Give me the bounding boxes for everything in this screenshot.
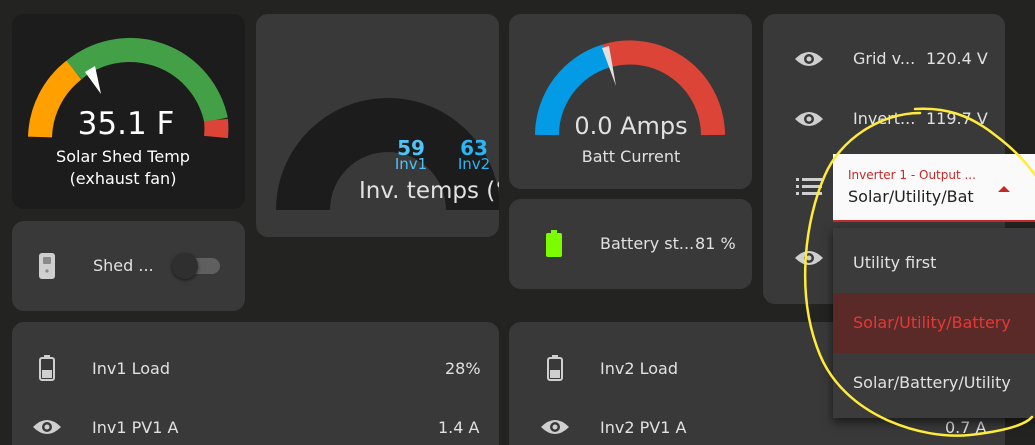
grid-voltage-value: 120.4 V xyxy=(926,49,988,68)
inv2-temp-label: Inv2 xyxy=(458,155,490,173)
shed-fan-toggle-knob xyxy=(172,253,198,279)
inv1-load-value: 28% xyxy=(445,359,481,378)
batt-current-name: Batt Current xyxy=(582,147,681,166)
shed-fan-card: Shed ... xyxy=(12,221,245,311)
shed-fan-toggle[interactable] xyxy=(172,253,220,279)
battery-icon xyxy=(546,230,562,257)
fan-device-icon xyxy=(39,253,55,279)
eye-icon xyxy=(795,52,823,66)
inv-temps-card[interactable]: 59 Inv1 63 Inv2 Inv. temps (°F) xyxy=(256,14,499,237)
inv1-load-label: Inv1 Load xyxy=(92,359,170,378)
solar-shed-temp-name: Solar Shed Temp xyxy=(56,147,190,166)
shed-fan-label: Shed ... xyxy=(93,256,154,275)
batt-current-value: 0.0 Amps xyxy=(574,112,687,140)
battery-outline-icon xyxy=(39,355,55,381)
inv2-load-label: Inv2 Load xyxy=(600,359,678,378)
gauge-segment-orange xyxy=(28,60,82,138)
batt-current-card[interactable]: 0.0 Amps Batt Current xyxy=(509,14,752,189)
solar-shed-temp-card[interactable]: 35.1 F Solar Shed Temp (exhaust fan) xyxy=(12,14,245,209)
solar-shed-temp-value: 35.1 F xyxy=(78,106,175,142)
inv-temps-gauge-svg: 59 Inv1 63 Inv2 Inv. temps (°F) xyxy=(276,98,499,210)
yellow-annotation-circle xyxy=(803,107,1035,437)
eye-icon xyxy=(541,420,569,434)
battery-outline-icon xyxy=(547,355,563,381)
grid-voltage-label: Grid v... xyxy=(853,49,916,68)
solar-shed-temp-subname: (exhaust fan) xyxy=(70,169,177,188)
inv1-pv1-label: Inv1 PV1 A xyxy=(92,418,179,437)
solar-shed-gauge-svg: 35.1 F Solar Shed Temp (exhaust fan) xyxy=(28,38,229,188)
eye-icon xyxy=(33,420,61,434)
inv1-pv1-value: 1.4 A xyxy=(438,418,480,437)
inv1-card: Inv1 Load 28% Inv1 PV1 A 1.4 A xyxy=(12,322,499,445)
inv1-temp-label: Inv1 xyxy=(395,155,427,173)
battery-state-card[interactable]: Battery st... 81 % xyxy=(509,199,752,289)
batt-current-gauge-svg: 0.0 Amps Batt Current xyxy=(535,40,725,166)
battery-state-label: Battery st... xyxy=(600,234,695,253)
inv-temps-title: Inv. temps (°F) xyxy=(359,178,499,204)
battery-state-value: 81 % xyxy=(695,234,736,253)
inv2-pv1-label: Inv2 PV1 A xyxy=(600,418,687,437)
